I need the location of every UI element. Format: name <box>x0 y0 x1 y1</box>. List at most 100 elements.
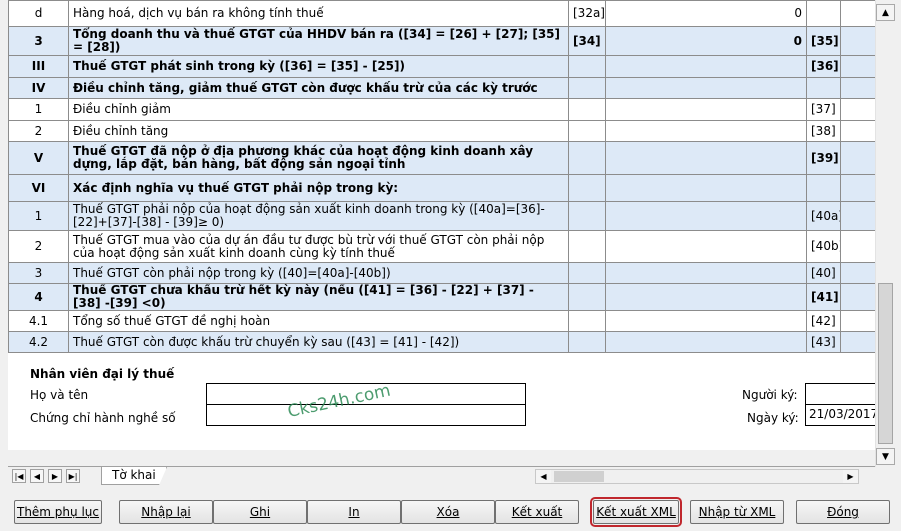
signer-label: Người ký: <box>742 388 798 402</box>
scroll-left-icon[interactable]: ◀ <box>536 470 551 483</box>
sign-date-field[interactable]: 21/03/2017 <box>805 404 875 426</box>
row-extra[interactable] <box>840 262 875 284</box>
row-description: Thuế GTGT phải nộp của hoạt động sản xuấ… <box>68 201 569 231</box>
row-extra[interactable] <box>840 230 875 263</box>
form-table: d Hàng hoá, dịch vụ bán ra không tính thu… <box>8 0 875 353</box>
row-description: Điều chỉnh tăng, giảm thuế GTGT còn được… <box>68 77 569 99</box>
row-description: Điều chỉnh tăng <box>68 120 569 142</box>
row-value[interactable] <box>605 201 807 231</box>
first-sheet-icon[interactable]: |◀ <box>12 469 26 483</box>
row-number: 3 <box>8 26 69 56</box>
row-code-2: [36] <box>806 55 841 78</box>
scroll-right-icon[interactable]: ▶ <box>843 470 858 483</box>
vertical-scroll-thumb[interactable] <box>878 283 893 444</box>
tax-form-window: d Hàng hoá, dịch vụ bán ra không tính thu… <box>0 0 901 531</box>
row-code <box>568 201 606 231</box>
row-value[interactable] <box>605 98 807 121</box>
row-value[interactable] <box>605 310 807 332</box>
row-extra[interactable] <box>840 141 875 175</box>
row-number: 4 <box>8 283 69 311</box>
reenter-button[interactable]: Nhập lại <box>119 500 213 524</box>
row-code-2: [40a] <box>806 201 841 231</box>
prev-sheet-icon[interactable]: ◀ <box>30 469 44 483</box>
row-code-2 <box>806 0 841 27</box>
table-row: d Hàng hoá, dịch vụ bán ra không tính thu… <box>8 0 875 27</box>
cert-field[interactable] <box>206 404 526 426</box>
name-label: Họ và tên <box>30 388 89 402</box>
row-code <box>568 77 606 99</box>
table-row: 4 Thuế GTGT chưa khấu trừ hết kỳ này (nếu… <box>8 283 875 311</box>
row-extra[interactable] <box>840 174 875 202</box>
row-value[interactable] <box>605 55 807 78</box>
row-extra[interactable] <box>840 310 875 332</box>
row-value[interactable] <box>605 230 807 263</box>
row-value[interactable]: 0 <box>605 26 807 56</box>
row-code <box>568 230 606 263</box>
row-description: Thuế GTGT chưa khấu trừ hết kỳ này (nếu … <box>68 283 569 311</box>
row-description: Thuế GTGT còn phải nộp trong kỳ ([40]=[4… <box>68 262 569 284</box>
row-code-2 <box>806 77 841 99</box>
row-description: Thuế GTGT đã nộp ở địa phương khác của h… <box>68 141 569 175</box>
export-button[interactable]: Kết xuất <box>495 500 579 524</box>
row-code: [32a] <box>568 0 606 27</box>
row-value[interactable] <box>605 174 807 202</box>
row-code-2: [38] <box>806 120 841 142</box>
row-value[interactable] <box>605 141 807 175</box>
row-number: VI <box>8 174 69 202</box>
save-button[interactable]: Ghi <box>213 500 307 524</box>
row-extra[interactable] <box>840 201 875 231</box>
table-row: 1 Thuế GTGT phải nộp của hoạt động sản xu… <box>8 201 875 231</box>
row-code <box>568 141 606 175</box>
table-row: V Thuế GTGT đã nộp ở địa phương khác của … <box>8 141 875 175</box>
close-button[interactable]: Đóng <box>796 500 890 524</box>
row-extra[interactable] <box>840 120 875 142</box>
scroll-down-icon[interactable]: ▼ <box>876 448 895 465</box>
row-code-2: [39] <box>806 141 841 175</box>
import-xml-button[interactable]: Nhập từ XML <box>690 500 784 524</box>
next-sheet-icon[interactable]: ▶ <box>48 469 62 483</box>
sign-date-label: Ngày ký: <box>747 411 799 425</box>
row-description: Xác định nghĩa vụ thuế GTGT phải nộp tro… <box>68 174 569 202</box>
row-code-2 <box>806 174 841 202</box>
last-sheet-icon[interactable]: ▶| <box>66 469 80 483</box>
row-value[interactable] <box>605 77 807 99</box>
row-value[interactable] <box>605 120 807 142</box>
row-number: 2 <box>8 230 69 263</box>
row-value[interactable]: 0 <box>605 0 807 27</box>
signer-field[interactable] <box>805 383 875 405</box>
export-xml-button[interactable]: Kết xuất XML <box>590 497 682 527</box>
row-number: d <box>8 0 69 27</box>
table-row: 4.2 Thuế GTGT còn được khấu trừ chuyển kỳ… <box>8 331 875 353</box>
scroll-up-icon[interactable]: ▲ <box>876 4 895 21</box>
print-button[interactable]: In <box>307 500 401 524</box>
horizontal-scrollbar[interactable]: ◀ ▶ <box>535 469 859 484</box>
row-value[interactable] <box>605 331 807 353</box>
row-description: Điều chỉnh giảm <box>68 98 569 121</box>
row-extra[interactable] <box>840 98 875 121</box>
row-extra[interactable] <box>840 26 875 56</box>
row-description: Thuế GTGT còn được khấu trừ chuyển kỳ sa… <box>68 331 569 353</box>
tab-to-khai[interactable]: Tờ khai <box>101 467 167 485</box>
row-extra[interactable] <box>840 77 875 99</box>
row-number: 4.2 <box>8 331 69 353</box>
horizontal-scroll-thumb[interactable] <box>554 471 604 482</box>
row-value[interactable] <box>605 262 807 284</box>
row-extra[interactable] <box>840 283 875 311</box>
table-row: 1 Điều chỉnh giảm [37] <box>8 98 875 121</box>
delete-button[interactable]: Xóa <box>401 500 495 524</box>
row-extra[interactable] <box>840 55 875 78</box>
button-bar: Thêm phụ lục Nhập lại Ghi In Xóa Kết xuấ… <box>0 494 901 531</box>
row-number: V <box>8 141 69 175</box>
row-code <box>568 120 606 142</box>
row-value[interactable] <box>605 283 807 311</box>
row-code <box>568 174 606 202</box>
row-code-2: [40] <box>806 262 841 284</box>
row-extra[interactable] <box>840 0 875 27</box>
row-description: Tổng doanh thu và thuế GTGT của HHDV bán… <box>68 26 569 56</box>
table-row: 3 Tổng doanh thu và thuế GTGT của HHDV bá… <box>8 26 875 56</box>
add-appendix-button[interactable]: Thêm phụ lục <box>14 500 102 524</box>
row-extra[interactable] <box>840 331 875 353</box>
vertical-scrollbar[interactable]: ▲ ▼ <box>875 0 895 467</box>
tax-agent-section: Nhân viên đại lý thuế Họ và tên Chứng ch… <box>8 361 875 450</box>
cert-label: Chứng chỉ hành nghề số <box>30 411 176 425</box>
